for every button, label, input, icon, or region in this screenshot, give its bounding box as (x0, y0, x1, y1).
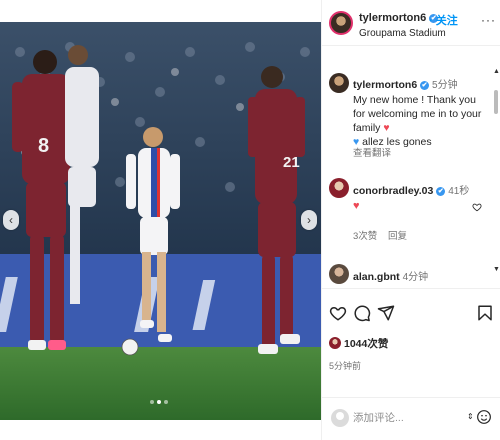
caption-line: My new home ! Thank you for welcoming me… (353, 94, 482, 134)
more-options-icon[interactable]: ··· (481, 13, 496, 27)
verified-badge-icon: ✔ (420, 81, 430, 90)
chevron-left-icon: ‹ (9, 213, 13, 227)
carousel-dot (164, 400, 168, 404)
comment-avatar-2[interactable] (329, 264, 349, 284)
red-heart-emoji: ♥ (383, 122, 390, 134)
comment-reply-button[interactable]: 回复 (388, 231, 407, 242)
scroll-down-icon[interactable]: ▼ (493, 266, 500, 273)
comment-composer: ⇕ (322, 397, 500, 440)
emoji-icon[interactable] (476, 409, 492, 425)
carousel-dots (150, 400, 168, 404)
user-avatar-placeholder-icon (331, 409, 349, 427)
heart-icon[interactable] (329, 304, 347, 322)
verified-badge-icon: ✔ (436, 187, 446, 196)
comment-text: ♥ (353, 200, 360, 212)
caption-text: My new home ! Thank you for welcoming me… (353, 93, 491, 149)
comment-author[interactable]: conorbradley.03 ✔ 41秒 (353, 182, 469, 197)
instagram-post-modal: 8 21 ‹ › tylermorton6 ✔ · 关注 Groupama St… (0, 0, 500, 440)
bookmark-icon[interactable] (476, 304, 494, 322)
jersey-number-8: 8 (38, 135, 49, 157)
comment-username[interactable]: conorbradley.03 (353, 185, 433, 197)
author-username[interactable]: tylermorton6 ✔ (359, 12, 439, 24)
add-comment-input[interactable] (353, 410, 463, 426)
sort-icon[interactable]: ⇕ (467, 412, 474, 421)
post-location[interactable]: Groupama Stadium (359, 28, 446, 39)
see-translation-link[interactable]: 查看翻译 (353, 145, 391, 159)
previous-image-button[interactable]: ‹ (3, 210, 19, 230)
comment-time: 41秒 (448, 186, 470, 197)
scroll-up-icon[interactable]: ▲ (493, 68, 500, 75)
next-image-button[interactable]: › (301, 210, 317, 230)
jersey-number-21: 21 (283, 154, 300, 171)
comment-username-2[interactable]: alan.gbnt (353, 271, 400, 283)
scroll-thumb[interactable] (494, 90, 498, 114)
comments-scrollbar[interactable]: ▲ ▼ (493, 68, 500, 296)
comment-like-heart-icon[interactable] (472, 202, 482, 212)
author-username-text[interactable]: tylermorton6 (359, 12, 426, 24)
caption-username[interactable]: tylermorton6 (353, 79, 417, 91)
carousel-dot-active (157, 400, 161, 404)
like-count-text[interactable]: 1044次赞 (344, 338, 388, 350)
comment-time-2: 4分钟 (402, 272, 429, 283)
comment-author-2[interactable]: alan.gbnt 4分钟 (353, 268, 428, 283)
post-header: tylermorton6 ✔ · 关注 Groupama Stadium ··· (322, 0, 500, 46)
post-photo[interactable]: 8 21 (0, 22, 321, 420)
post-side-panel: tylermorton6 ✔ · 关注 Groupama Stadium ···… (321, 0, 500, 440)
match-photo-illustration: 8 21 (0, 22, 321, 420)
comment-like-count[interactable]: 3次赞 (353, 231, 377, 242)
comment-avatar[interactable] (329, 178, 349, 198)
post-media-panel: 8 21 ‹ › (0, 0, 321, 440)
caption-author-avatar[interactable] (329, 73, 349, 93)
author-avatar[interactable] (329, 11, 353, 35)
comment-icon[interactable] (353, 304, 371, 322)
post-timestamp: 5分钟前 (329, 361, 362, 371)
like-count[interactable]: 1044次赞 (329, 336, 388, 351)
follow-button[interactable]: · 关注 (429, 12, 458, 28)
caption-time: 5分钟 (432, 80, 458, 91)
liker-avatar (329, 337, 341, 349)
share-icon[interactable] (377, 304, 395, 322)
chevron-right-icon: › (307, 213, 311, 227)
carousel-dot (150, 400, 154, 404)
caption-author[interactable]: tylermorton6 ✔ 5分钟 (353, 76, 458, 91)
comment-meta: 3次赞 回复 (353, 228, 415, 242)
